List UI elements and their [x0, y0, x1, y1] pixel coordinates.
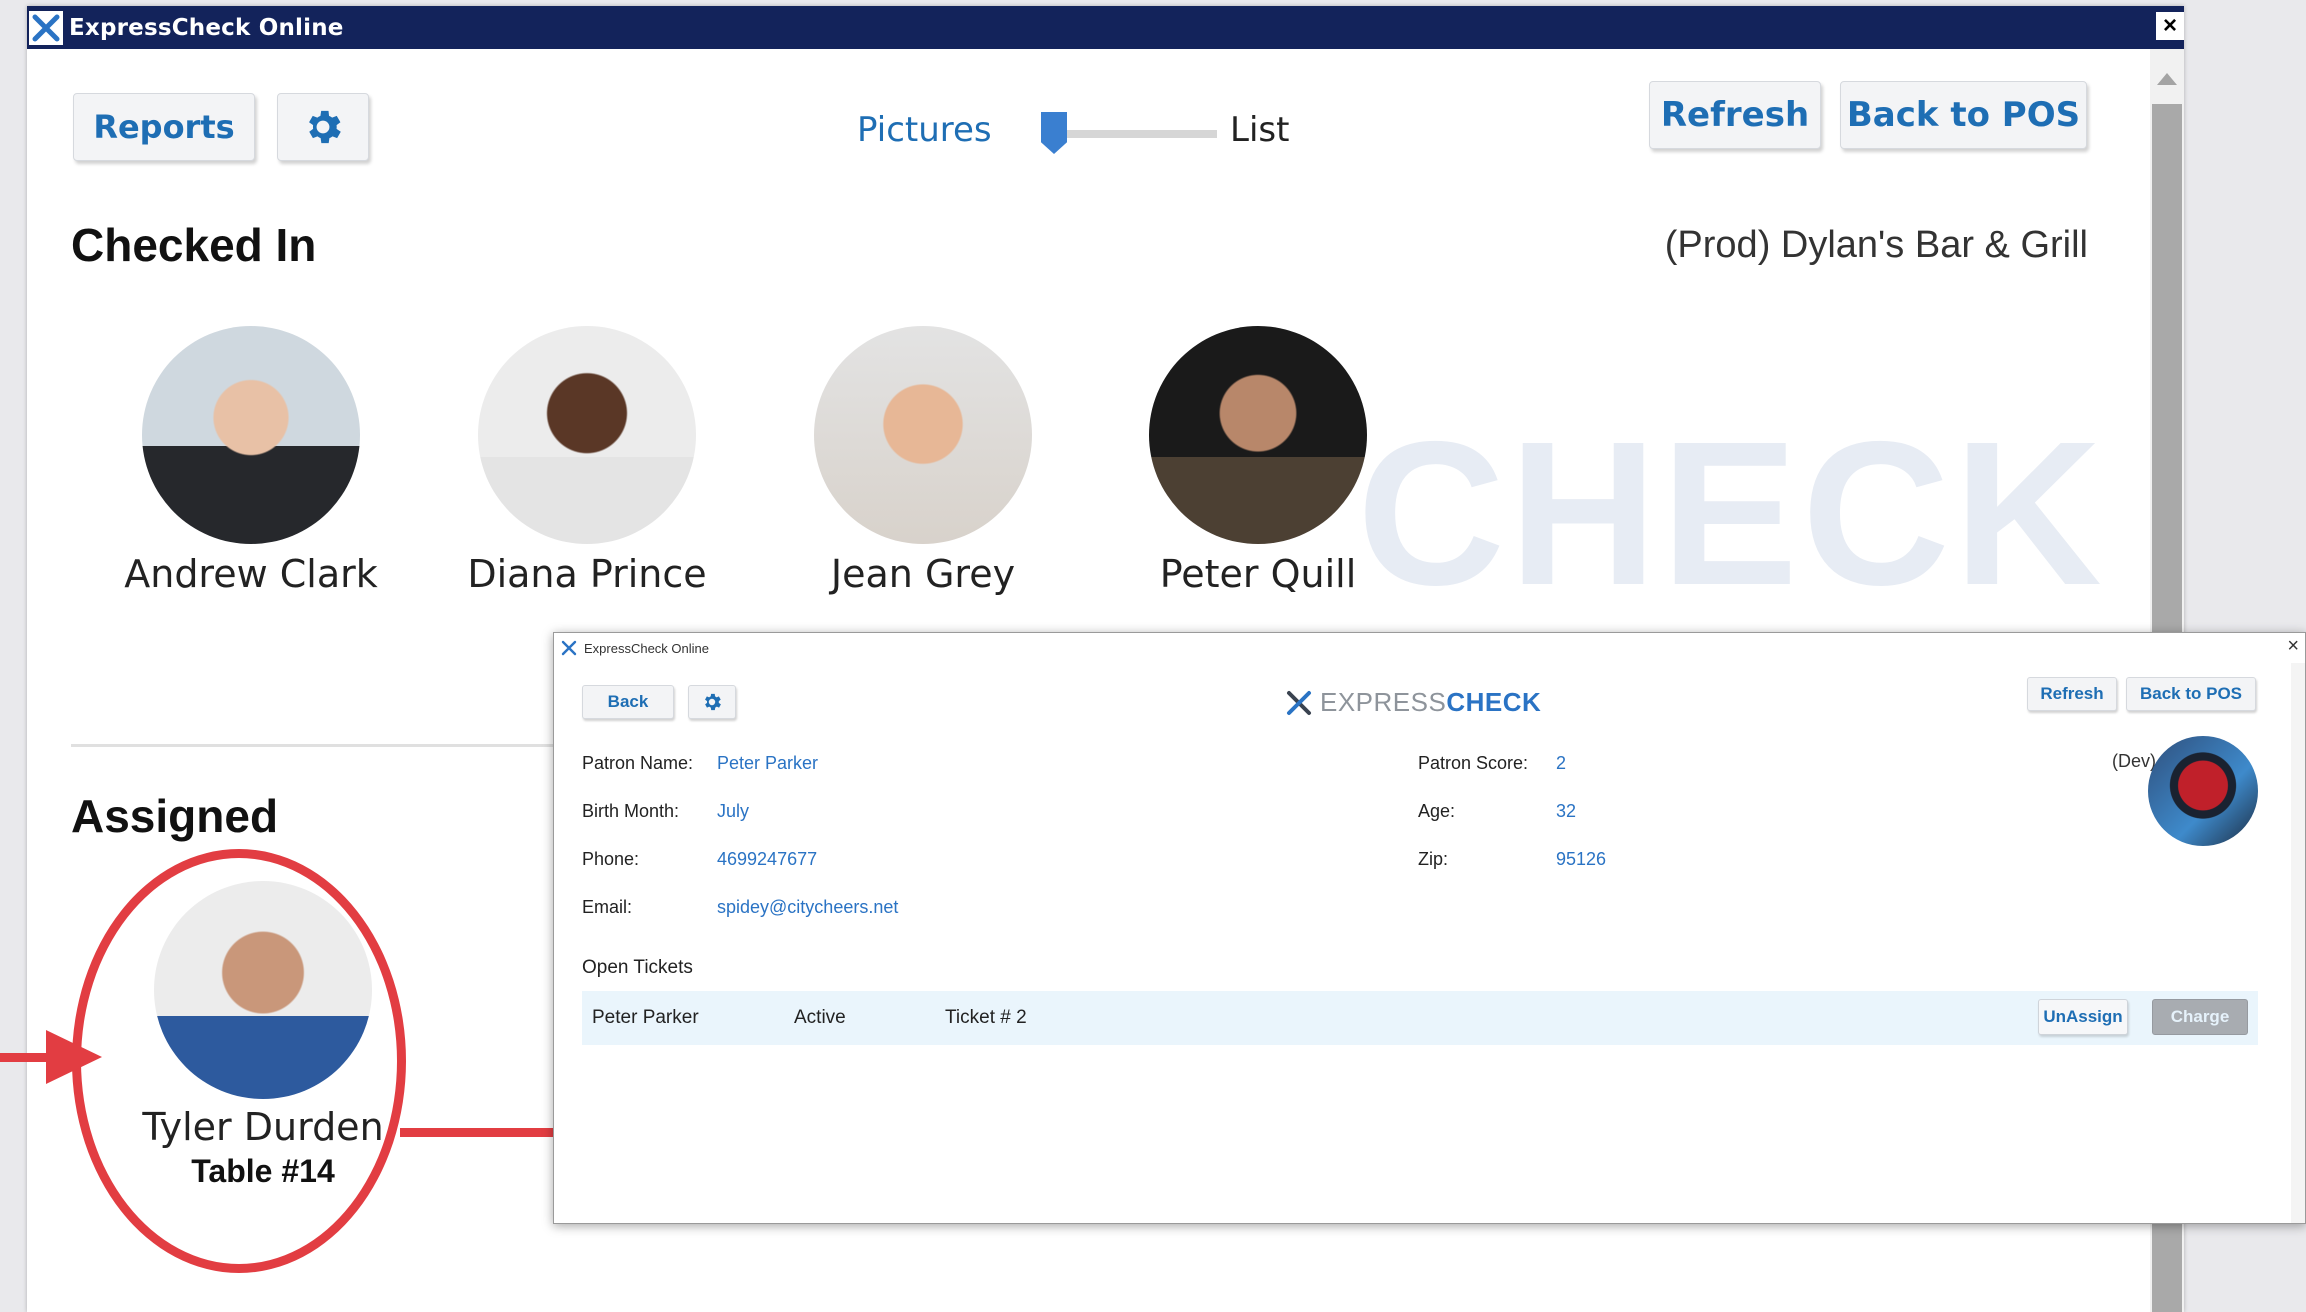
- patron-card[interactable]: Diana Prince: [422, 326, 752, 596]
- scroll-up-icon[interactable]: [2157, 73, 2177, 85]
- venue-name-partial: (Dev): [2112, 751, 2156, 771]
- gear-icon: [705, 693, 721, 711]
- checked-in-heading: Checked In: [71, 219, 317, 271]
- logo-text-express: EXPRESS: [1320, 687, 1447, 717]
- patron-card[interactable]: Andrew Clark: [86, 326, 416, 596]
- patron-card[interactable]: Peter Quill: [1093, 326, 1423, 596]
- age-value: 32: [1556, 801, 1577, 821]
- expresscheck-logo-icon: [558, 637, 580, 659]
- ticket-patron: Peter Parker: [592, 1007, 699, 1028]
- birth-month-label: Birth Month:: [582, 801, 680, 821]
- refresh-button[interactable]: Refresh: [1649, 81, 1821, 149]
- ticket-status: Active: [794, 1007, 846, 1028]
- logo-x-icon: [1287, 690, 1311, 715]
- open-tickets-heading: Open Tickets: [582, 957, 693, 978]
- gear-icon: [309, 110, 341, 144]
- patron-avatar[interactable]: [1149, 326, 1367, 544]
- close-icon[interactable]: ×: [2287, 635, 2299, 658]
- patron-name: Diana Prince: [467, 552, 707, 596]
- view-list-label: List: [1230, 110, 1290, 150]
- reports-button[interactable]: Reports: [73, 93, 255, 161]
- back-button[interactable]: Back: [582, 685, 674, 719]
- patron-avatar[interactable]: [478, 326, 696, 544]
- patron-score-label: Patron Score:: [1418, 753, 1529, 773]
- ticket-number: Ticket # 2: [945, 1007, 1027, 1028]
- view-pictures-label: Pictures: [857, 110, 992, 150]
- back-to-pos-button[interactable]: Back to POS: [1840, 81, 2087, 149]
- unassign-button[interactable]: UnAssign: [2038, 999, 2128, 1035]
- patron-name-label: Patron Name:: [582, 753, 694, 773]
- patron-name: Andrew Clark: [124, 552, 378, 596]
- age-label: Age:: [1418, 801, 1456, 821]
- settings-button[interactable]: [688, 685, 736, 719]
- ticket-row[interactable]: Peter Parker Active Ticket # 2 UnAssign …: [582, 991, 2258, 1045]
- window-title: ExpressCheck Online: [69, 14, 344, 41]
- patron-avatar[interactable]: [142, 326, 360, 544]
- patron-name: Tyler Durden: [142, 1105, 384, 1149]
- settings-button[interactable]: [277, 93, 369, 161]
- phone-value: 4699247677: [717, 849, 818, 869]
- view-toggle-slider-thumb[interactable]: [1041, 112, 1067, 154]
- zip-value: 95126: [1556, 849, 1607, 869]
- section-divider: [71, 744, 591, 747]
- annotation-arrow-left-head: [46, 1030, 102, 1084]
- vertical-scrollbar[interactable]: [2291, 663, 2305, 1223]
- email-value: spidey@citycheers.net: [717, 897, 899, 917]
- phone-label: Phone:: [582, 849, 640, 869]
- venue-name: (Prod) Dylan's Bar & Grill: [1664, 224, 2088, 266]
- window-title: ExpressCheck Online: [584, 640, 709, 656]
- birth-month-value: July: [717, 801, 750, 821]
- assigned-patron-card[interactable]: Tyler Durden Table #14: [103, 881, 423, 1190]
- charge-button[interactable]: Charge: [2152, 999, 2248, 1035]
- patron-avatar[interactable]: [814, 326, 1032, 544]
- patron-name: Jean Grey: [830, 552, 1016, 596]
- detail-titlebar: ExpressCheck Online ×: [554, 633, 2305, 663]
- zip-label: Zip:: [1418, 849, 1449, 869]
- view-toggle-slider[interactable]: [1047, 130, 1217, 138]
- patron-detail-window: ExpressCheck Online × Back EXPRESS CHECK…: [553, 632, 2306, 1224]
- patron-card[interactable]: Jean Grey: [758, 326, 1088, 596]
- patron-avatar[interactable]: [154, 881, 372, 1099]
- main-titlebar: ExpressCheck Online ×: [27, 6, 2184, 49]
- annotation-arrow-left: [0, 1053, 50, 1062]
- expresscheck-logo: EXPRESS CHECK: [1286, 687, 1541, 718]
- back-to-pos-button[interactable]: Back to POS: [2126, 677, 2256, 711]
- refresh-button[interactable]: Refresh: [2027, 677, 2117, 711]
- close-icon[interactable]: ×: [2156, 12, 2184, 40]
- logo-text-check: CHECK: [1446, 687, 1542, 717]
- table-number: Table #14: [191, 1153, 335, 1189]
- assigned-heading: Assigned: [71, 790, 279, 842]
- patron-score-value: 2: [1556, 753, 1567, 773]
- brand-watermark: CHECK: [1357, 399, 2106, 628]
- patron-name-value: Peter Parker: [717, 753, 819, 773]
- patron-name: Peter Quill: [1159, 552, 1357, 596]
- expresscheck-logo-icon: [29, 10, 63, 45]
- email-label: Email:: [582, 897, 633, 917]
- patron-avatar: [2148, 736, 2258, 846]
